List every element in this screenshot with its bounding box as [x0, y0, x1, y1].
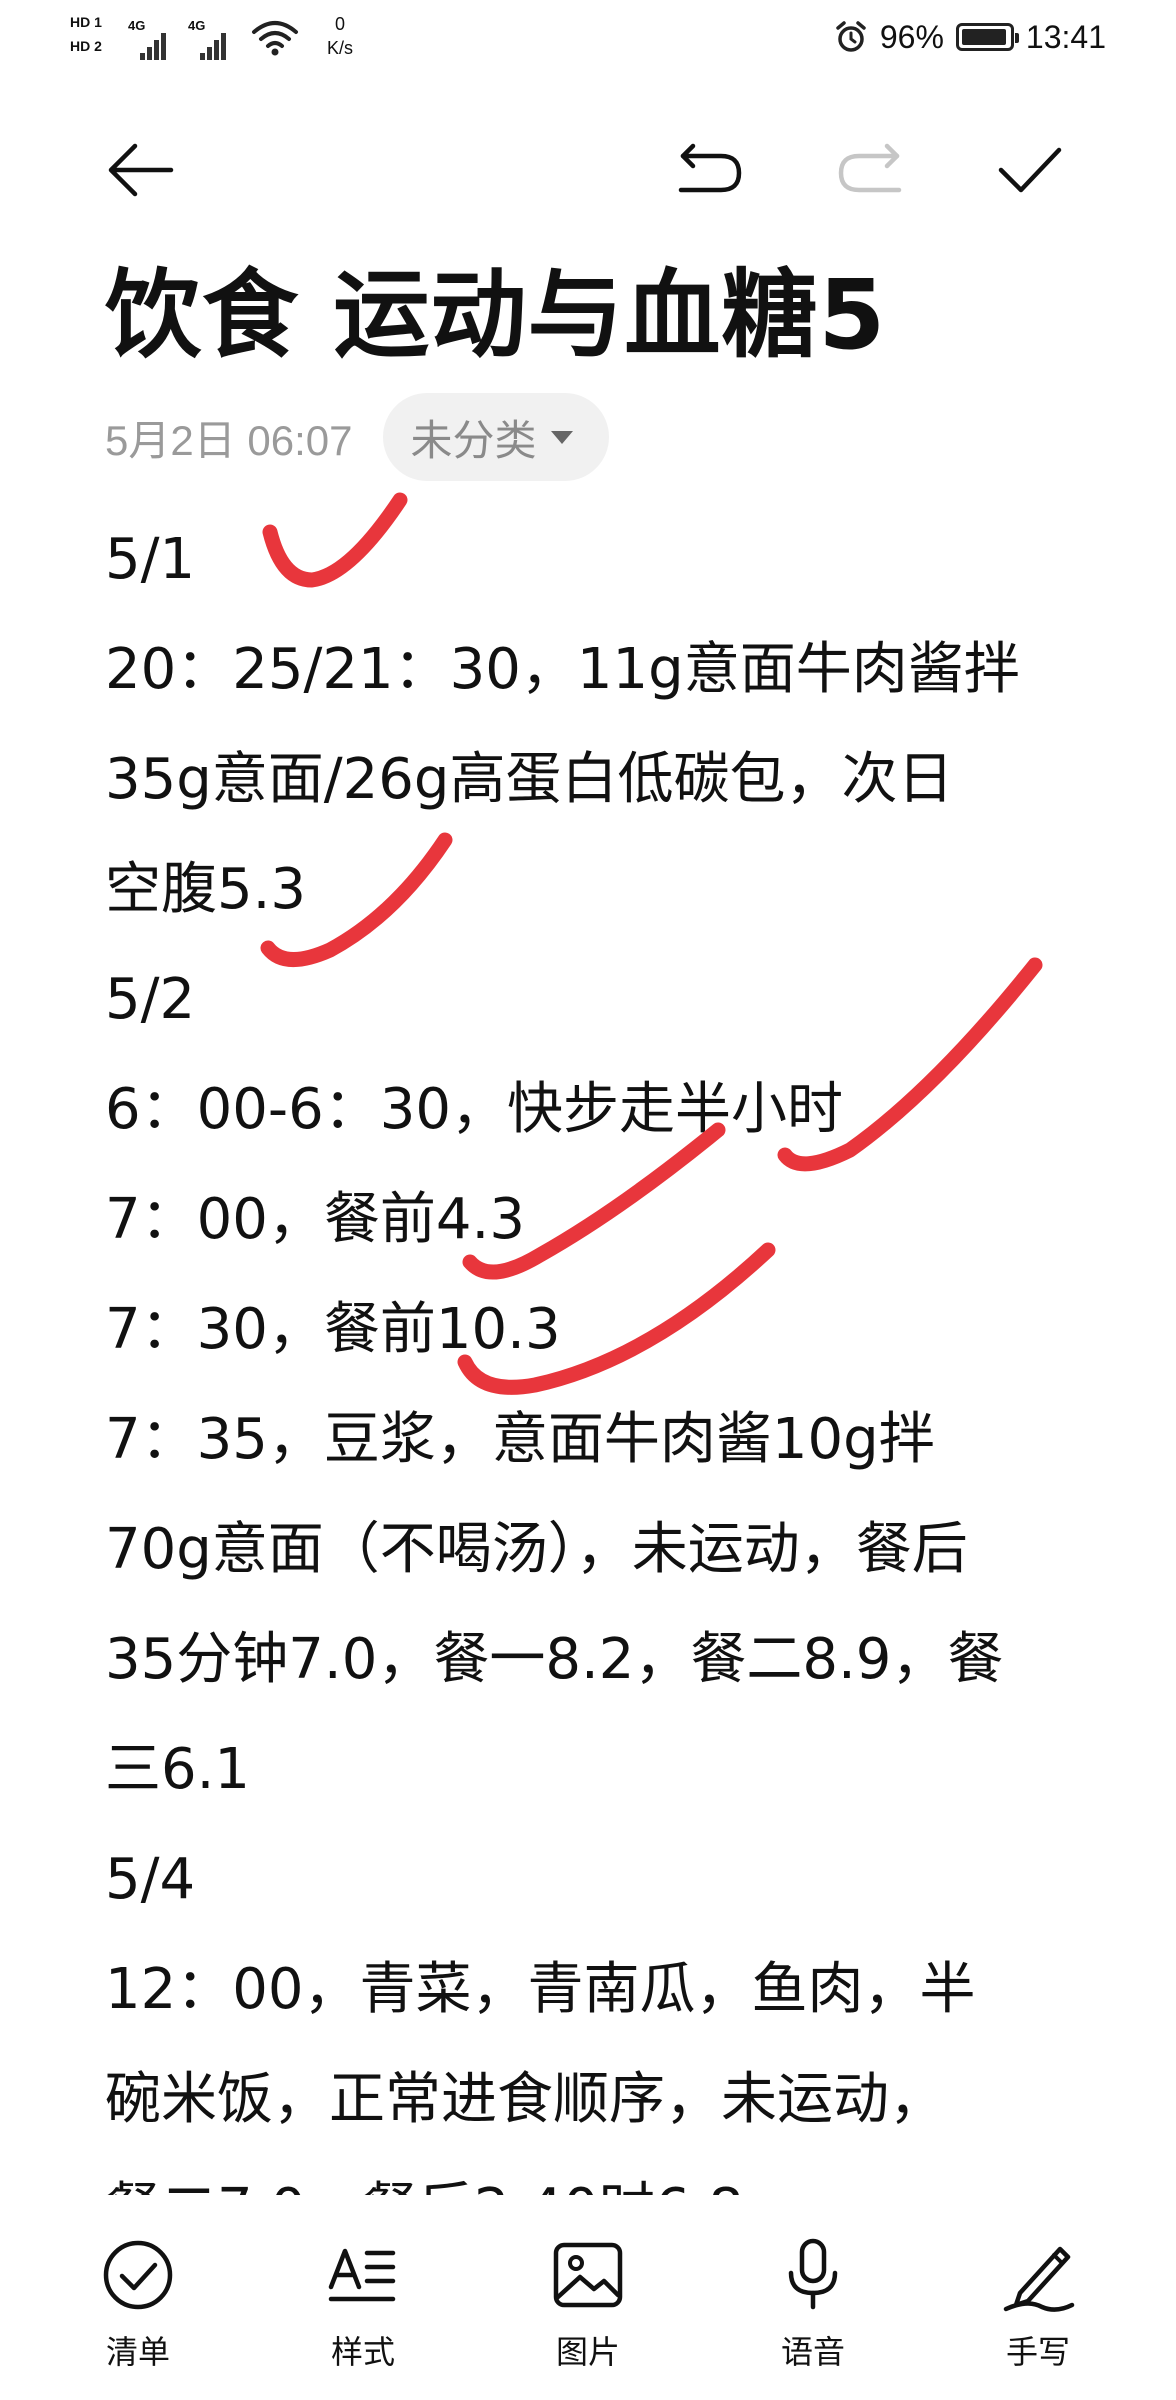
note-line: 空腹5.3: [105, 857, 307, 922]
note-title[interactable]: 饮食 运动与血糖5: [105, 250, 886, 380]
editor-toolbar: [0, 110, 1176, 220]
note-line: 7：35，豆浆，意面牛肉酱10g拌: [105, 1407, 935, 1472]
voice-label: 语音: [780, 2333, 845, 2371]
handwriting-label: 手写: [1005, 2333, 1070, 2371]
category-label: 未分类: [410, 415, 537, 465]
note-line: 三6.1: [105, 1737, 251, 1802]
checklist-label: 清单: [105, 2333, 170, 2371]
note-line: 餐二7.0，餐后2.40时6.8: [105, 2155, 1115, 2195]
text-style-icon: [328, 2248, 396, 2302]
status-bar: HD 1 HD 2 4G 4G 0 K/s 96% 13:41: [0, 0, 1176, 80]
category-dropdown[interactable]: 未分类: [382, 393, 609, 481]
network-speed: 0 K/s: [310, 12, 370, 60]
note-line: 6：00-6：30，快步走半小时: [105, 1077, 843, 1142]
hd2-badge: HD 2: [70, 38, 102, 54]
note-meta: 5月2日 06:07 未分类: [105, 392, 609, 482]
battery-percent: 96%: [879, 18, 944, 55]
network-speed-unit: K/s: [326, 38, 353, 58]
back-button[interactable]: [100, 130, 180, 210]
clock: 13:41: [1025, 18, 1106, 55]
text-style-button[interactable]: 样式: [283, 2235, 443, 2385]
check-icon: [998, 147, 1062, 193]
network-speed-value: 0: [334, 14, 345, 34]
battery-fill: [961, 29, 1006, 45]
network-type-1: 4G: [128, 18, 146, 33]
alarm-icon: [836, 21, 866, 52]
chevron-down-icon: [550, 430, 573, 444]
note-line: 碗米饭，正常进食顺序，未运动，: [105, 2067, 945, 2132]
status-right: 96% 13:41: [834, 12, 1106, 62]
battery-icon: [955, 23, 1019, 51]
back-arrow-icon: [108, 143, 174, 197]
undo-icon: [678, 143, 742, 193]
checklist-icon: [103, 2240, 173, 2310]
note-line: 5/1: [105, 527, 196, 592]
network-type-2: 4G: [188, 18, 206, 33]
note-line: 70g意面（不喝汤），未运动，餐后: [105, 1517, 968, 1582]
bottom-toolbar: 清单 样式 图片 语音 手写: [0, 2200, 1176, 2400]
note-line: 20：25/21：30，11g意面牛肉酱拌: [105, 637, 1020, 702]
redo-icon: [838, 143, 902, 193]
note-line: 5/4: [105, 1847, 196, 1912]
image-icon: [553, 2242, 623, 2308]
note-date: 5月2日 06:07: [105, 416, 353, 464]
microphone-icon: [788, 2238, 838, 2310]
hd1-badge: HD 1: [70, 14, 102, 30]
voice-button[interactable]: 语音: [733, 2235, 893, 2385]
checklist-button[interactable]: 清单: [58, 2235, 218, 2385]
text-style-label: 样式: [330, 2333, 395, 2371]
image-label: 图片: [555, 2333, 620, 2371]
pen-icon: [1003, 2246, 1075, 2312]
redo-button[interactable]: [830, 130, 910, 210]
note-line: 35分钟7.0，餐一8.2，餐二8.9，餐: [105, 1627, 1004, 1692]
save-check-button[interactable]: [990, 130, 1070, 210]
note-line: 7：30，餐前10.3: [105, 1297, 561, 1362]
note-line: 5/2: [105, 967, 196, 1032]
hd-indicators: HD 1 HD 2: [70, 12, 124, 60]
image-button[interactable]: 图片: [508, 2235, 668, 2385]
note-line: 35g意面/26g高蛋白低碳包，次日: [105, 747, 954, 812]
wifi-icon: [250, 18, 300, 58]
note-line: 12：00，青菜，青南瓜，鱼肉，半: [105, 1957, 976, 2022]
undo-button[interactable]: [670, 130, 750, 210]
note-body[interactable]: 5/1 20：25/21：30，11g意面牛肉酱拌 35g意面/26g高蛋白低碳…: [105, 505, 1115, 2195]
handwriting-button[interactable]: 手写: [958, 2235, 1118, 2385]
note-line: 7：00，餐前4.3: [105, 1187, 525, 1252]
